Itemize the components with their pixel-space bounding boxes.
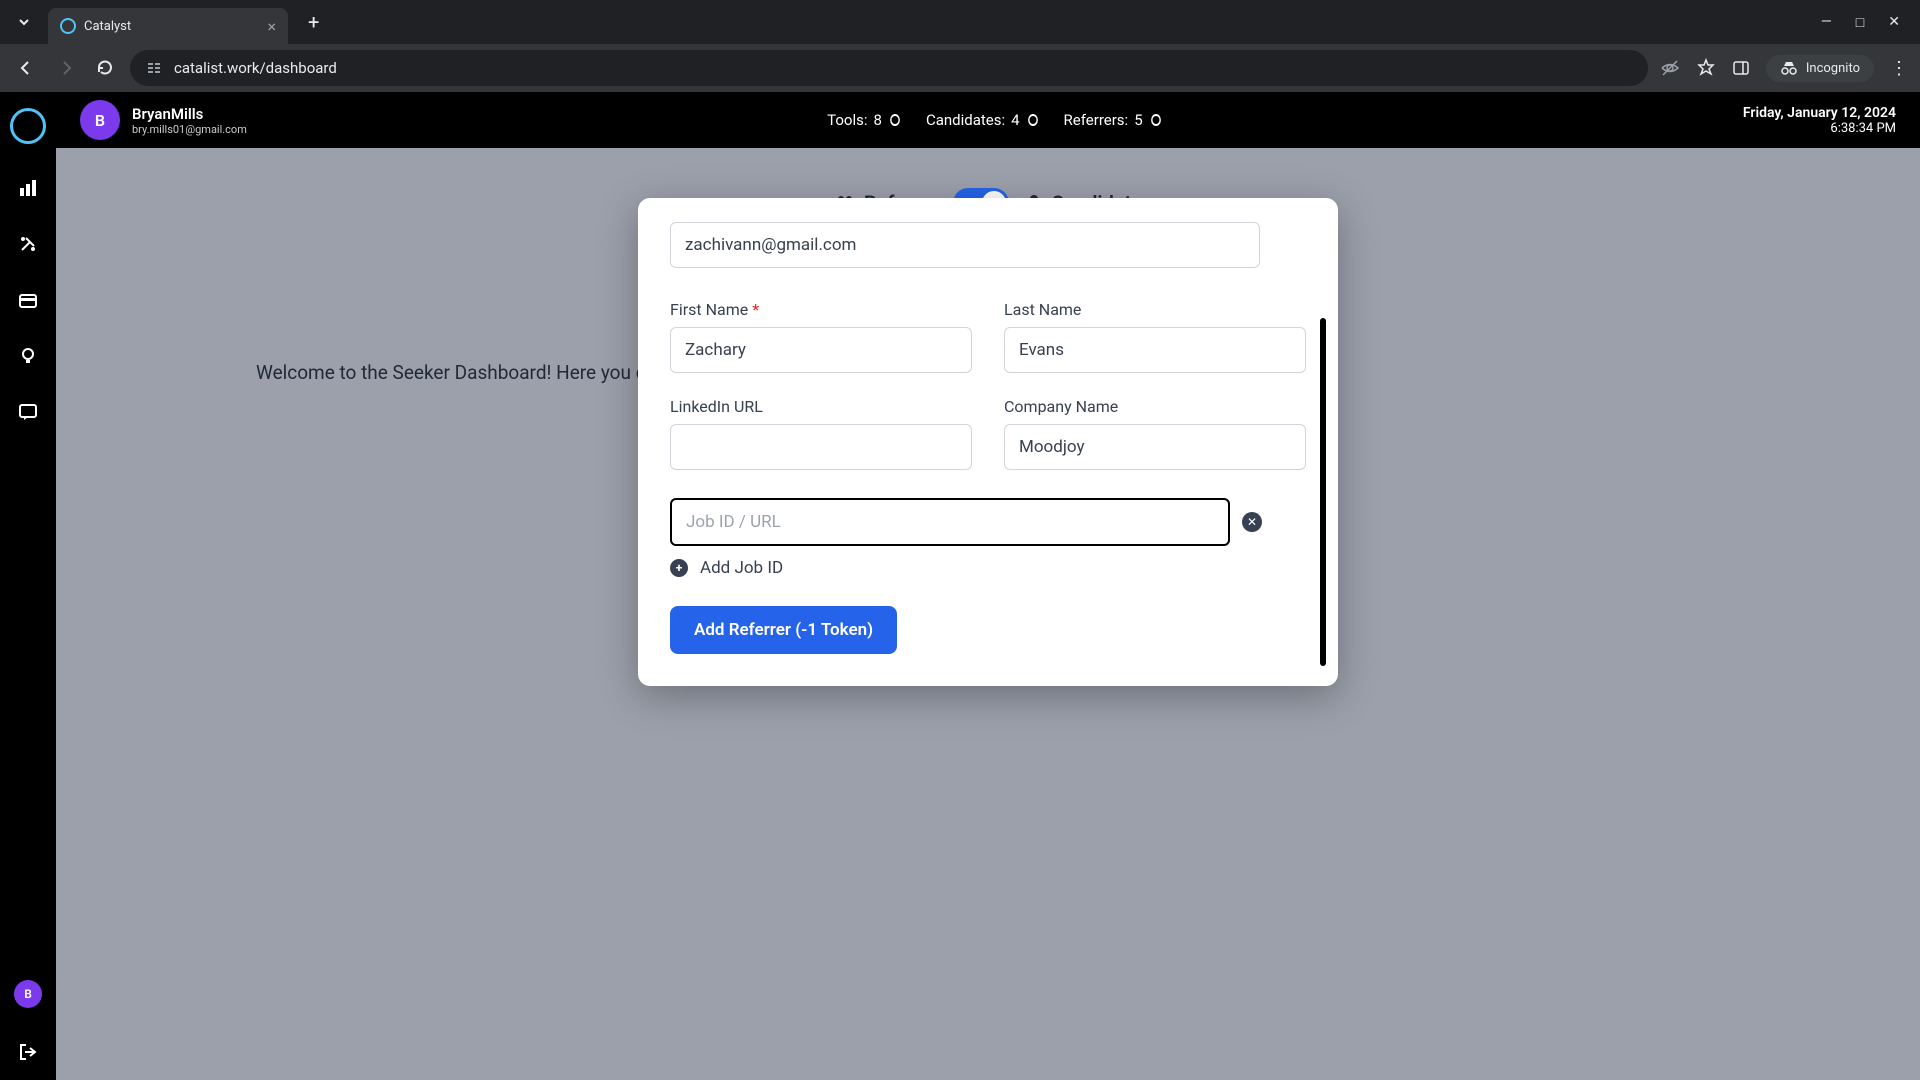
last-name-label: Last Name	[1004, 300, 1306, 319]
add-referrer-button[interactable]: Add Referrer (-1 Token)	[670, 606, 897, 654]
browser-menu-icon[interactable]: ⋮	[1890, 58, 1908, 79]
eye-off-icon[interactable]	[1660, 58, 1680, 78]
window-controls: — □ ✕	[1821, 14, 1912, 31]
current-date: Friday, January 12, 2024	[1743, 105, 1896, 121]
app-topbar: B BryanMills bry.mills01@gmail.com Tools…	[56, 92, 1920, 148]
user-name: BryanMills	[132, 105, 247, 123]
user-email: bry.mills01@gmail.com	[132, 123, 247, 136]
first-name-label: First Name *	[670, 300, 972, 319]
stat-tools: Tools: 8	[827, 111, 902, 129]
remove-job-button[interactable]: ✕	[1242, 512, 1262, 532]
stat-candidates: Candidates: 4	[926, 111, 1040, 129]
minimize-icon[interactable]: —	[1821, 14, 1832, 31]
logout-icon[interactable]	[16, 1040, 40, 1064]
stats-bar: Tools: 8 Candidates: 4 Referrers: 5	[827, 111, 1162, 129]
coin-icon	[1028, 114, 1038, 126]
add-job-button[interactable]: + Add Job ID	[670, 558, 1306, 578]
coin-icon	[1151, 114, 1161, 126]
new-tab-button[interactable]: +	[300, 6, 327, 38]
job-id-input[interactable]	[670, 498, 1230, 546]
main-content: Referrer Candidate Welcome to the Seeker…	[56, 148, 1920, 1080]
stat-referrers: Referrers: 5	[1064, 111, 1163, 129]
incognito-chip[interactable]: Incognito	[1766, 55, 1874, 82]
tab-favicon	[60, 18, 76, 34]
maximize-icon[interactable]: □	[1856, 14, 1864, 31]
company-label: Company Name	[1004, 397, 1306, 416]
url-text: catalist.work/dashboard	[174, 59, 337, 77]
app-logo[interactable]	[10, 108, 46, 144]
lightbulb-icon[interactable]	[16, 344, 40, 368]
wallet-icon[interactable]	[16, 288, 40, 312]
address-bar[interactable]: catalist.work/dashboard	[130, 50, 1648, 86]
sidebar-user-avatar[interactable]: B	[14, 980, 42, 1008]
tools-icon[interactable]	[16, 232, 40, 256]
chat-icon[interactable]	[16, 400, 40, 424]
incognito-label: Incognito	[1806, 61, 1860, 76]
add-job-label: Add Job ID	[700, 558, 783, 578]
user-avatar: B	[80, 100, 120, 140]
last-name-input[interactable]	[1004, 327, 1306, 373]
coin-icon	[890, 114, 900, 126]
close-window-icon[interactable]: ✕	[1888, 14, 1900, 31]
site-settings-icon[interactable]	[146, 60, 162, 76]
first-name-input[interactable]	[670, 327, 972, 373]
modal-scrollbar[interactable]	[1320, 318, 1326, 666]
tab-title: Catalyst	[84, 19, 131, 34]
reload-button[interactable]	[92, 55, 118, 81]
linkedin-label: LinkedIn URL	[670, 397, 972, 416]
tab-search-button[interactable]	[8, 6, 40, 38]
linkedin-input[interactable]	[670, 424, 972, 470]
company-input[interactable]	[1004, 424, 1306, 470]
close-tab-icon[interactable]: ×	[267, 17, 276, 36]
email-input[interactable]	[670, 222, 1260, 268]
browser-tab[interactable]: Catalyst ×	[48, 8, 288, 44]
datetime-display: Friday, January 12, 2024 6:38:34 PM	[1743, 105, 1896, 136]
side-panel-icon[interactable]	[1732, 59, 1750, 77]
plus-icon: +	[670, 559, 688, 577]
current-time: 6:38:34 PM	[1743, 121, 1896, 136]
browser-toolbar: catalist.work/dashboard Incognito ⋮	[0, 44, 1920, 92]
add-referrer-modal: First Name * Last Name LinkedIn URL	[638, 198, 1338, 686]
browser-tab-strip: Catalyst × + — □ ✕	[0, 0, 1920, 44]
bookmark-star-icon[interactable]	[1696, 58, 1716, 78]
forward-button[interactable]	[52, 54, 80, 82]
dashboard-icon[interactable]	[16, 176, 40, 200]
app-sidebar: B	[0, 92, 56, 1080]
back-button[interactable]	[12, 54, 40, 82]
incognito-icon	[1780, 61, 1798, 75]
user-chip[interactable]: B BryanMills bry.mills01@gmail.com	[80, 100, 247, 140]
